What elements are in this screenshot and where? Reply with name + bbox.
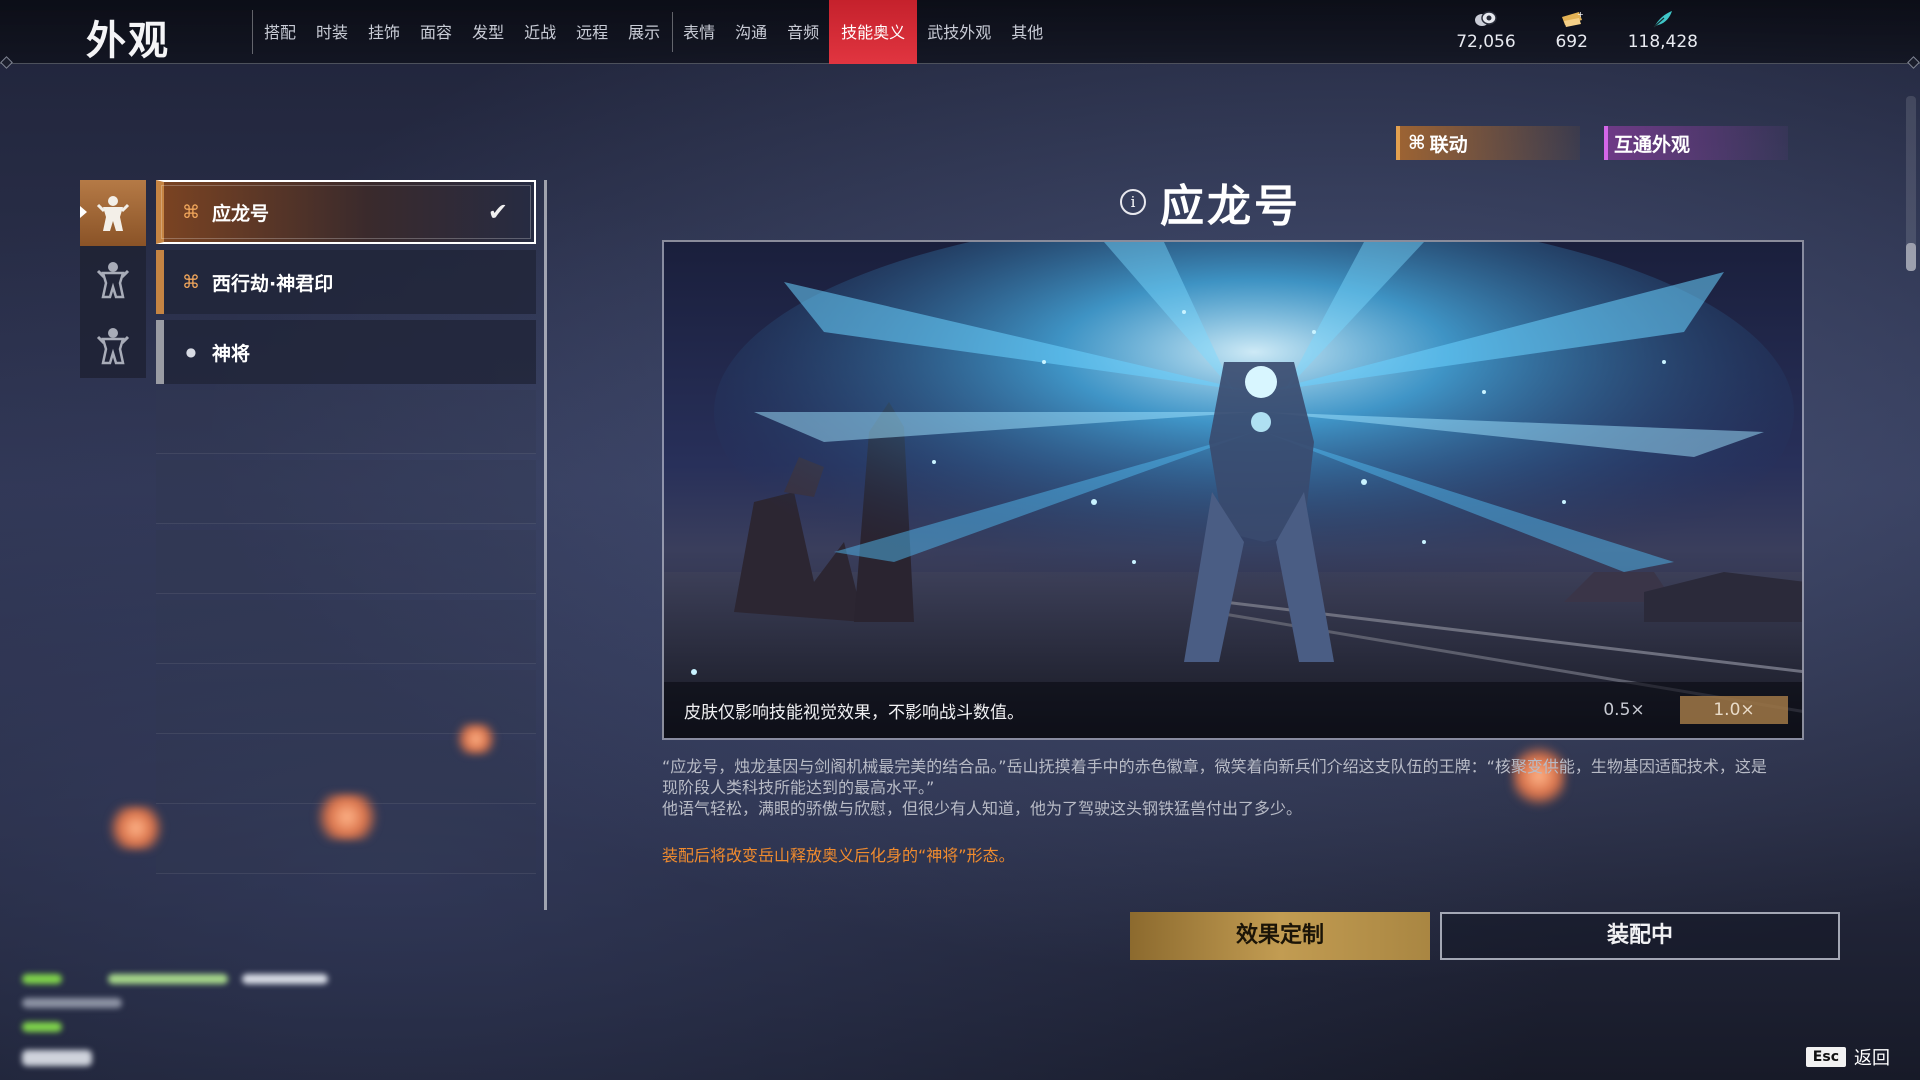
preview-caption-bar: 皮肤仅影响技能视觉效果，不影响战斗数值。 0.5× 1.0× xyxy=(664,682,1802,738)
page-scrollbar-thumb[interactable] xyxy=(1906,243,1916,271)
tab-showcase[interactable]: 展示 xyxy=(618,0,670,64)
skin-description: “应龙号，烛龙基因与剑阁机械最完美的结合品。”岳山抚摸着手中的赤色徽章，微笑着向… xyxy=(662,756,1782,819)
blurred-hud-bar xyxy=(108,974,228,984)
skin-item-yinglong[interactable]: ⌘ 应龙号 ✔ xyxy=(156,180,536,244)
drop-icon: ● xyxy=(185,345,197,359)
collab-mark-icon: ⌘ xyxy=(182,201,200,223)
blurred-hud-bar xyxy=(22,974,62,984)
tab-martial-appearance[interactable]: 武技外观 xyxy=(917,0,1001,64)
category-tabs: 搭配 时装 挂饰 面容 发型 近战 远程 展示 表情 沟通 音频 技能奥义 武技… xyxy=(254,0,1053,64)
currency-bar: 72,056 + 692 118,428 xyxy=(1456,8,1698,52)
speed-1-0x-button[interactable]: 1.0× xyxy=(1680,696,1788,724)
skin-item-name: 应龙号 xyxy=(212,202,270,225)
tab-face[interactable]: 面容 xyxy=(410,0,462,64)
top-bar: 外观 搭配 时装 挂饰 面容 发型 近战 远程 展示 表情 沟通 音频 技能奥义… xyxy=(0,0,1920,64)
background-lantern xyxy=(312,794,382,840)
check-icon: ✔ xyxy=(487,198,508,226)
empty-slot xyxy=(156,600,536,664)
back-label: 返回 xyxy=(1854,1048,1890,1069)
svg-text:+: + xyxy=(1577,10,1584,19)
feather-icon xyxy=(1650,8,1676,30)
tab-ranged[interactable]: 远程 xyxy=(566,0,618,64)
character-tab-3[interactable] xyxy=(80,312,146,378)
skill-preview-video[interactable]: 皮肤仅影响技能视觉效果，不影响战斗数值。 0.5× 1.0× xyxy=(662,240,1804,740)
info-icon[interactable]: i xyxy=(1120,189,1146,215)
equip-note: 装配后将改变岳山释放奥义后化身的“神将”形态。 xyxy=(662,846,1015,865)
tab-melee[interactable]: 近战 xyxy=(514,0,566,64)
character-tabs xyxy=(80,180,146,378)
page-title: 外观 xyxy=(86,18,170,64)
blurred-hud-bar xyxy=(22,1022,62,1032)
esc-key-hint: Esc xyxy=(1805,1047,1846,1067)
page-scrollbar[interactable] xyxy=(1906,96,1916,271)
collab-mark-icon: ⌘ xyxy=(182,271,200,293)
currency-coins-value: 72,056 xyxy=(1456,32,1516,52)
blurred-hud-bar xyxy=(22,1050,92,1066)
character-figure-icon xyxy=(96,328,130,365)
collab-mark-icon: ⌘ xyxy=(1408,132,1426,154)
character-tab-2[interactable] xyxy=(80,246,146,312)
blurred-hud-bar xyxy=(22,998,122,1008)
currency-feathers[interactable]: 118,428 xyxy=(1628,8,1698,52)
preview-caption: 皮肤仅影响技能视觉效果，不影响战斗数值。 xyxy=(684,702,1024,723)
skin-list: ⌘ 应龙号 ✔ ⌘ 西行劫·神君印 ● 神将 xyxy=(156,180,536,880)
background-lantern xyxy=(454,724,498,754)
shared-appearance-label: 互通外观 xyxy=(1614,133,1691,156)
skin-list-scrollbar[interactable] xyxy=(544,180,547,910)
collab-tag-label: 联动 xyxy=(1429,133,1468,156)
currency-feathers-value: 118,428 xyxy=(1627,32,1698,52)
tab-emotes[interactable]: 表情 xyxy=(672,12,725,52)
currency-tickets[interactable]: + 692 xyxy=(1544,8,1600,52)
coin-stack-icon xyxy=(1473,8,1499,30)
tab-communication[interactable]: 沟通 xyxy=(725,0,777,64)
effect-customize-button[interactable]: 效果定制 xyxy=(1130,912,1430,960)
empty-slot xyxy=(156,460,536,524)
equipped-button[interactable]: 装配中 xyxy=(1440,912,1840,960)
empty-slot xyxy=(156,530,536,594)
tab-hairstyle[interactable]: 发型 xyxy=(462,0,514,64)
background-lantern xyxy=(106,806,166,850)
skin-item-name: 神将 xyxy=(212,342,251,365)
shared-appearance-tag: 互通外观 xyxy=(1604,126,1788,160)
character-figure-icon xyxy=(96,196,130,231)
tab-accessories[interactable]: 挂饰 xyxy=(358,0,410,64)
speed-0-5x-button[interactable]: 0.5× xyxy=(1584,696,1664,724)
currency-coins[interactable]: 72,056 xyxy=(1456,8,1516,52)
skin-description-line: “应龙号，烛龙基因与剑阁机械最完美的结合品。”岳山抚摸着手中的赤色徽章，微笑着向… xyxy=(662,757,1767,797)
skin-description-line: 他语气轻松，满眼的骄傲与欣慰，但很少有人知道，他为了驾驶这头钢铁猛兽付出了多少。 xyxy=(662,799,1303,818)
skin-title-text: 应龙号 xyxy=(1160,181,1301,232)
skin-item-name: 西行劫·神君印 xyxy=(212,272,334,295)
collab-tag: ⌘ 联动 xyxy=(1396,126,1580,160)
back-control[interactable]: Esc 返回 xyxy=(1805,1044,1890,1070)
empty-slot xyxy=(156,390,536,454)
tab-fashion[interactable]: 时装 xyxy=(306,0,358,64)
skin-item-shenjiang[interactable]: ● 神将 xyxy=(156,320,536,384)
tab-outfit-sets[interactable]: 搭配 xyxy=(254,0,306,64)
currency-tickets-value: 692 xyxy=(1555,32,1588,52)
character-figure-icon xyxy=(96,262,130,299)
blurred-hud-bar xyxy=(242,974,328,984)
skin-title: i 应龙号 xyxy=(1120,174,1301,232)
preview-artwork xyxy=(664,242,1802,738)
tab-other[interactable]: 其他 xyxy=(1001,0,1053,64)
tab-skill-ultimate[interactable]: 技能奥义 xyxy=(829,0,918,64)
tab-divider xyxy=(252,10,253,54)
ticket-icon: + xyxy=(1559,8,1585,30)
skin-item-xixingjie[interactable]: ⌘ 西行劫·神君印 xyxy=(156,250,536,314)
character-tab-1[interactable] xyxy=(80,180,146,246)
tab-audio[interactable]: 音频 xyxy=(777,0,829,64)
